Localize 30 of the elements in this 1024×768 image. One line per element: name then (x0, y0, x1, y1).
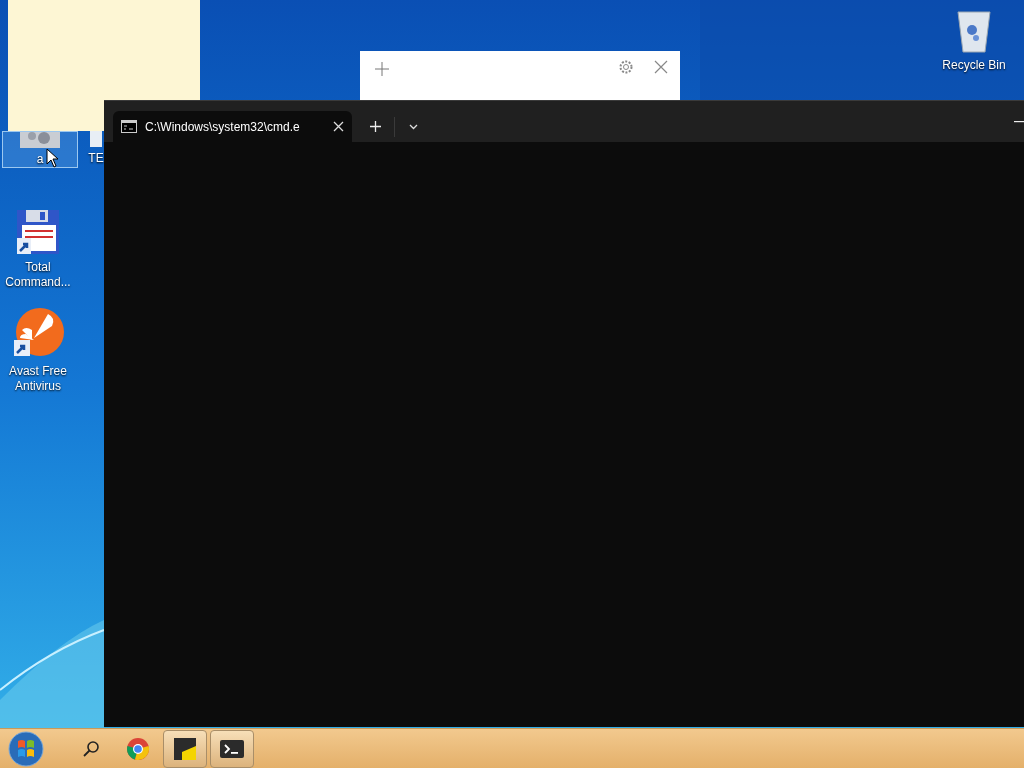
sticky-note-icon (174, 737, 196, 760)
minimize-icon[interactable] (1014, 121, 1024, 123)
icon-label: TE (88, 151, 104, 166)
recycle-bin-icon (956, 8, 992, 54)
plus-icon (369, 121, 381, 132)
settings-icon[interactable] (618, 59, 634, 75)
plus-icon (375, 62, 389, 76)
desktop-icon[interactable]: Avast Free Antivirus (0, 304, 76, 394)
tab-title: C:\Windows\system32\cmd.e (145, 118, 301, 136)
terminal-icon (220, 739, 244, 758)
desktop-icon[interactable]: Recycle Bin (936, 4, 1012, 73)
start-button[interactable] (6, 729, 46, 768)
gear-icon (18, 132, 62, 148)
windows-logo-icon (8, 730, 44, 767)
taskbar-button[interactable] (163, 729, 207, 768)
icon-label: Avast Free Antivirus (8, 364, 68, 394)
desktop-icon[interactable]: Total Command... (0, 204, 76, 290)
document-icon (90, 131, 102, 147)
chevron-down-icon (408, 123, 418, 130)
icon-label: a (36, 152, 44, 167)
desktop-icon[interactable]: TE (89, 131, 103, 166)
desktop-icon[interactable]: a (2, 131, 78, 168)
icon-label: Total Command... (4, 260, 72, 290)
cursor-icon (46, 148, 59, 168)
icon-label: Recycle Bin (942, 58, 1006, 73)
chrome-icon (126, 736, 150, 761)
terminal-tab[interactable]: C:\Windows\system32\cmd.e (113, 111, 352, 142)
taskbar-button[interactable] (210, 729, 254, 768)
search-icon (82, 739, 100, 758)
console-icon (121, 120, 137, 133)
